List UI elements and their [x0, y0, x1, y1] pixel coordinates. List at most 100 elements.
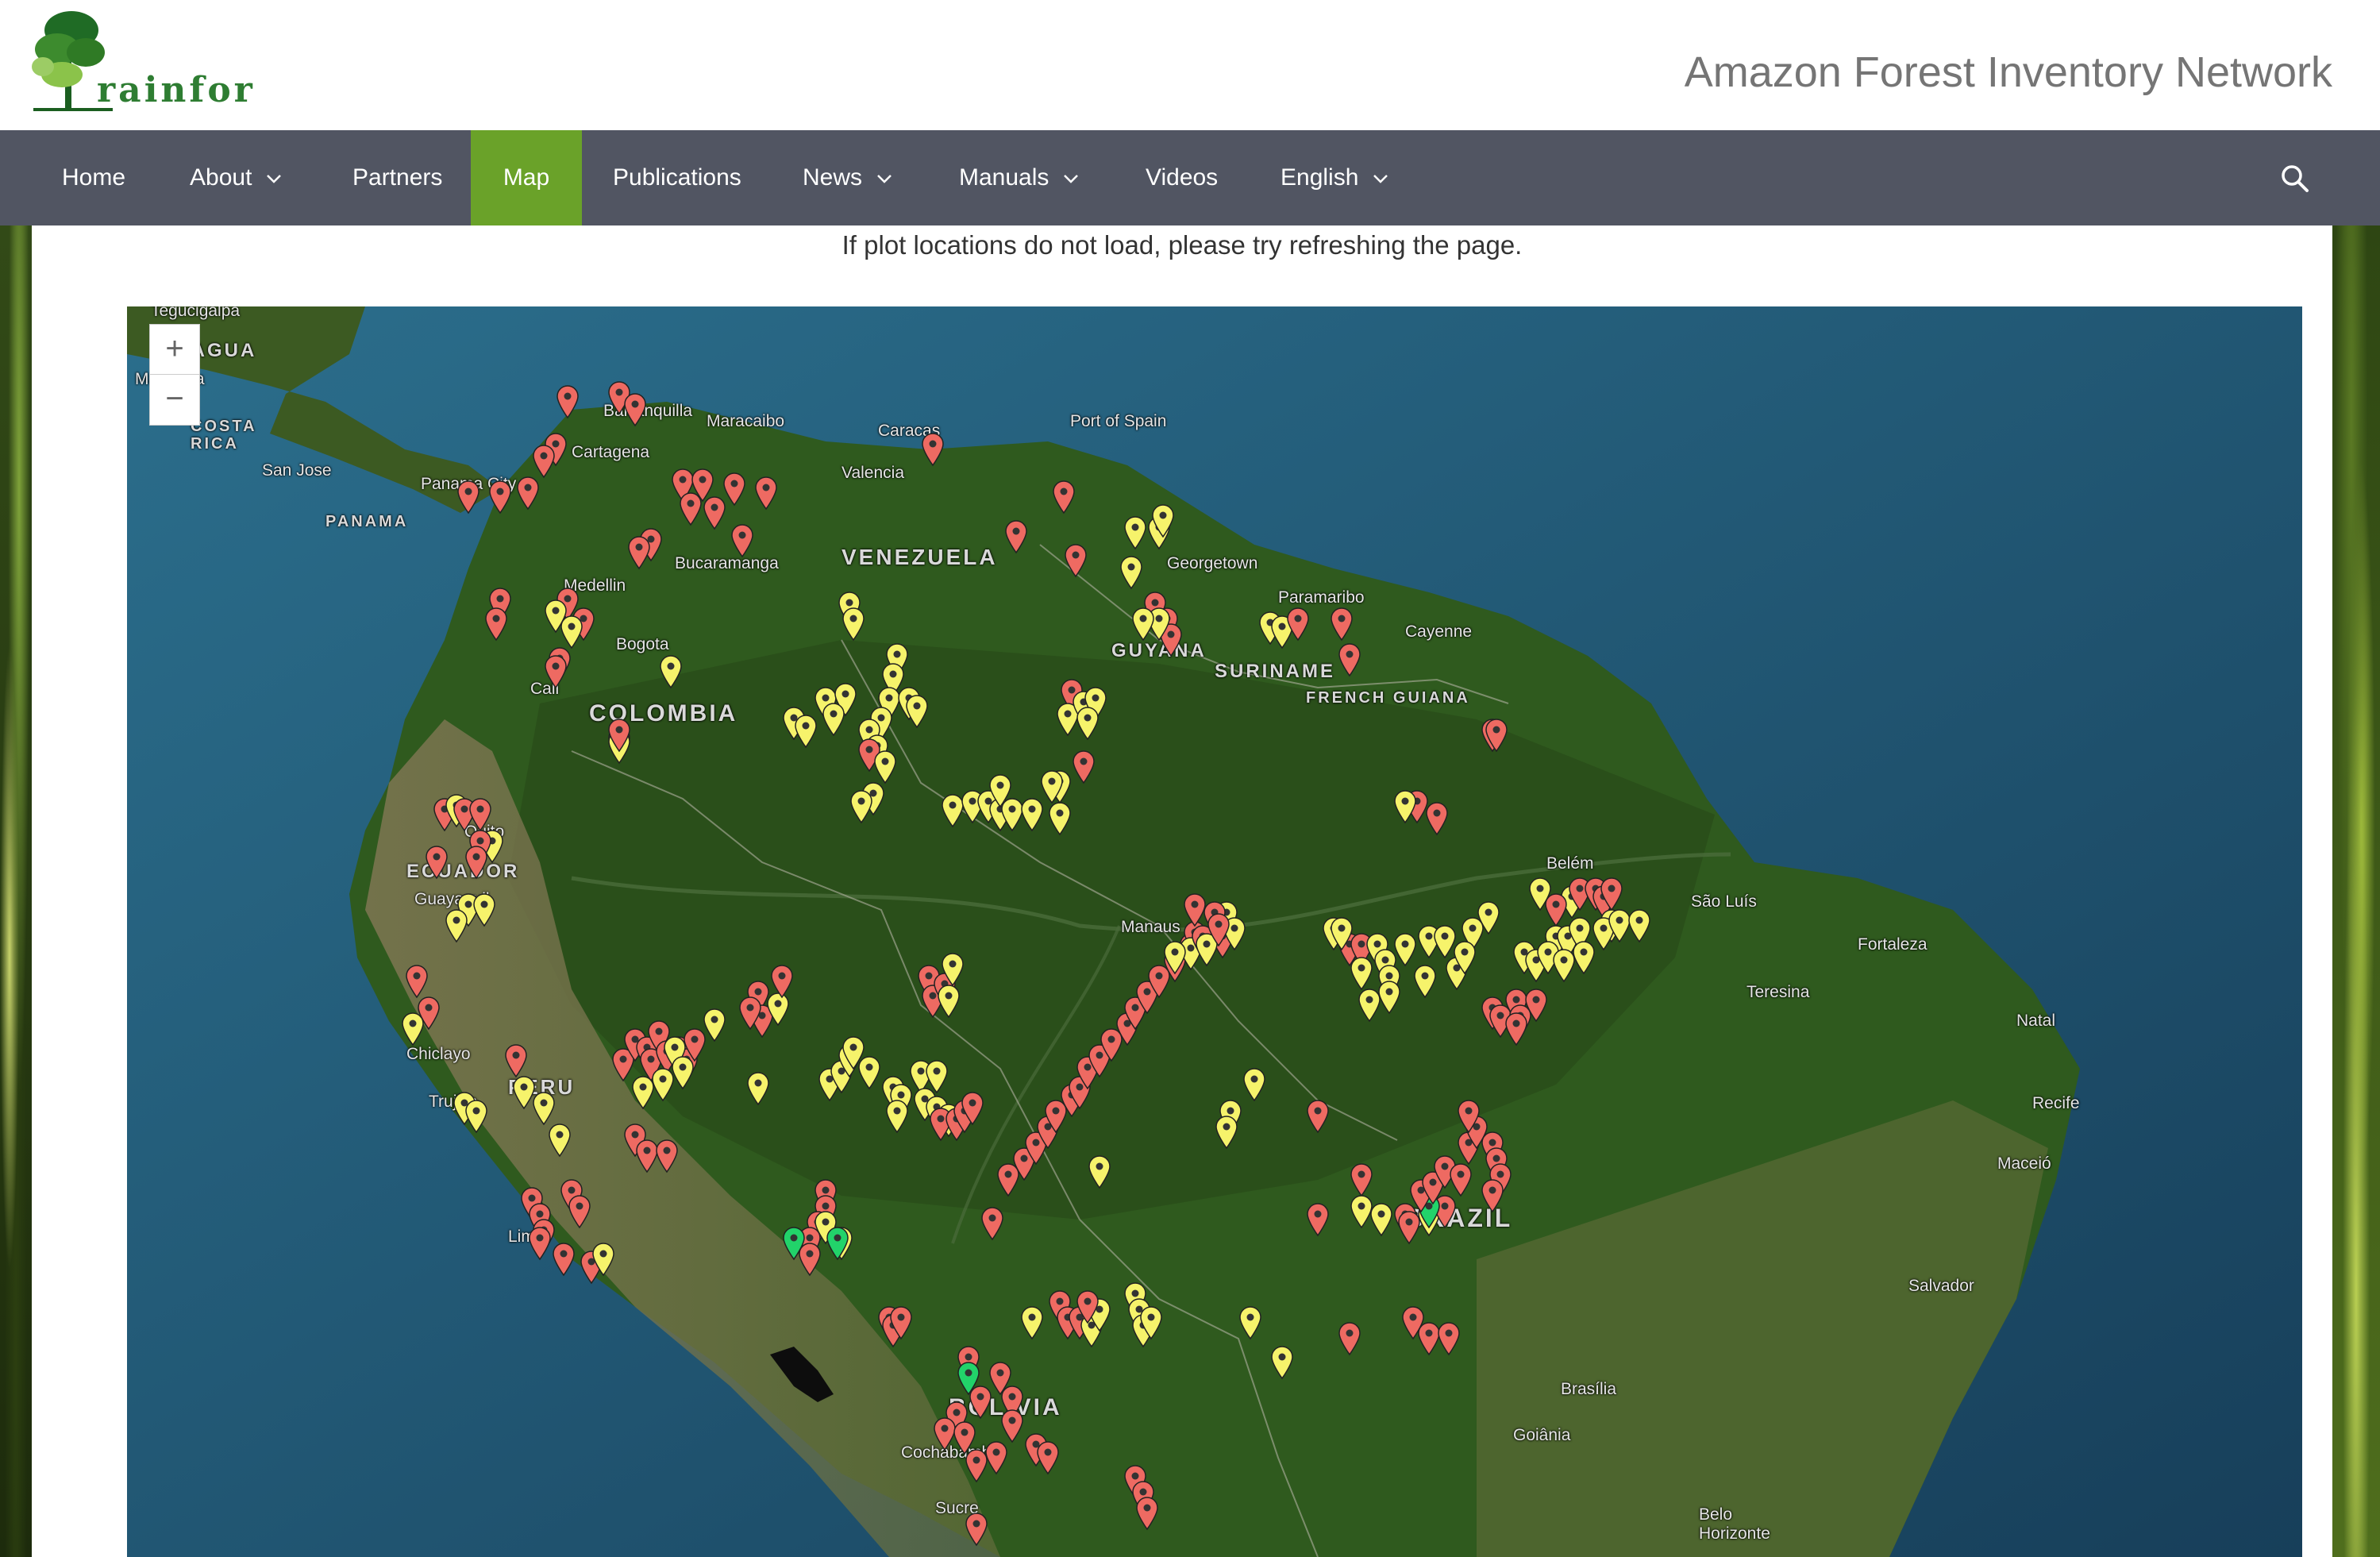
yellow-plot-marker-icon[interactable] — [1393, 932, 1417, 967]
red-plot-marker-icon[interactable] — [1207, 912, 1230, 947]
red-plot-marker-icon[interactable] — [1425, 801, 1449, 836]
yellow-plot-marker-icon[interactable] — [1151, 503, 1175, 538]
red-plot-marker-icon[interactable] — [488, 480, 512, 515]
yellow-plot-marker-icon[interactable] — [1163, 940, 1187, 975]
red-plot-marker-icon[interactable] — [770, 964, 794, 999]
yellow-plot-marker-icon[interactable] — [1215, 1115, 1238, 1150]
yellow-plot-marker-icon[interactable] — [671, 1055, 695, 1090]
red-plot-marker-icon[interactable] — [961, 1091, 984, 1126]
red-plot-marker-icon[interactable] — [1004, 519, 1028, 554]
red-plot-marker-icon[interactable] — [1064, 543, 1088, 578]
red-plot-marker-icon[interactable] — [484, 607, 508, 642]
red-plot-marker-icon[interactable] — [464, 845, 488, 880]
red-plot-marker-icon[interactable] — [528, 1226, 552, 1261]
yellow-plot-marker-icon[interactable] — [1393, 789, 1417, 824]
yellow-plot-marker-icon[interactable] — [1076, 706, 1099, 741]
red-plot-marker-icon[interactable] — [722, 472, 746, 507]
red-plot-marker-icon[interactable] — [516, 476, 540, 511]
red-plot-marker-icon[interactable] — [504, 1043, 528, 1078]
red-plot-marker-icon[interactable] — [889, 1305, 913, 1340]
red-plot-marker-icon[interactable] — [1457, 1099, 1481, 1134]
red-plot-marker-icon[interactable] — [1306, 1202, 1330, 1237]
nav-videos[interactable]: Videos — [1146, 130, 1218, 225]
nav-home[interactable]: Home — [62, 130, 125, 225]
yellow-plot-marker-icon[interactable] — [464, 1099, 488, 1134]
yellow-plot-marker-icon[interactable] — [659, 654, 683, 689]
plot-map[interactable]: Tegucigalpa Managua ARAGUA COSTA RICA Sa… — [127, 306, 2302, 1557]
red-plot-marker-icon[interactable] — [655, 1139, 679, 1174]
yellow-plot-marker-icon[interactable] — [1413, 964, 1437, 999]
red-plot-marker-icon[interactable] — [1306, 1099, 1330, 1134]
red-plot-marker-icon[interactable] — [468, 797, 492, 832]
red-plot-marker-icon[interactable] — [544, 654, 568, 689]
red-plot-marker-icon[interactable] — [456, 480, 480, 515]
red-plot-marker-icon[interactable] — [568, 1194, 591, 1229]
yellow-plot-marker-icon[interactable] — [1119, 555, 1143, 590]
red-plot-marker-icon[interactable] — [1052, 480, 1076, 515]
yellow-plot-marker-icon[interactable] — [988, 773, 1012, 808]
yellow-plot-marker-icon[interactable] — [1369, 1202, 1393, 1237]
yellow-plot-marker-icon[interactable] — [1270, 1345, 1294, 1380]
yellow-plot-marker-icon[interactable] — [401, 1012, 425, 1046]
yellow-plot-marker-icon[interactable] — [1238, 1305, 1262, 1340]
yellow-plot-marker-icon[interactable] — [849, 789, 873, 824]
red-plot-marker-icon[interactable] — [1544, 892, 1568, 927]
red-plot-marker-icon[interactable] — [730, 523, 754, 558]
yellow-plot-marker-icon[interactable] — [841, 1035, 865, 1070]
yellow-plot-marker-icon[interactable] — [1131, 607, 1155, 642]
yellow-plot-marker-icon[interactable] — [746, 1071, 770, 1106]
red-plot-marker-icon[interactable] — [1000, 1409, 1024, 1443]
red-plot-marker-icon[interactable] — [405, 964, 429, 999]
red-plot-marker-icon[interactable] — [1350, 1162, 1373, 1197]
yellow-plot-marker-icon[interactable] — [1020, 1305, 1044, 1340]
red-plot-marker-icon[interactable] — [607, 718, 631, 753]
red-plot-marker-icon[interactable] — [532, 444, 556, 479]
red-plot-marker-icon[interactable] — [425, 845, 449, 880]
yellow-plot-marker-icon[interactable] — [1627, 908, 1651, 943]
red-plot-marker-icon[interactable] — [1449, 1162, 1473, 1197]
yellow-plot-marker-icon[interactable] — [941, 952, 965, 987]
yellow-plot-marker-icon[interactable] — [703, 1008, 726, 1042]
yellow-plot-marker-icon[interactable] — [873, 750, 897, 784]
nav-language[interactable]: English — [1281, 130, 1388, 225]
nav-about[interactable]: About — [190, 130, 282, 225]
red-plot-marker-icon[interactable] — [1076, 1289, 1099, 1324]
search-button[interactable] — [2280, 164, 2310, 194]
red-plot-marker-icon[interactable] — [921, 432, 945, 467]
yellow-plot-marker-icon[interactable] — [794, 714, 818, 749]
yellow-plot-marker-icon[interactable] — [472, 892, 496, 927]
green-plot-marker-icon[interactable] — [782, 1226, 806, 1261]
yellow-plot-marker-icon[interactable] — [937, 984, 961, 1019]
red-plot-marker-icon[interactable] — [552, 1242, 576, 1277]
yellow-plot-marker-icon[interactable] — [1088, 1154, 1111, 1189]
green-plot-marker-icon[interactable] — [826, 1226, 849, 1261]
yellow-plot-marker-icon[interactable] — [822, 702, 845, 737]
site-logo[interactable]: rainfor — [27, 8, 252, 119]
yellow-plot-marker-icon[interactable] — [1048, 801, 1072, 836]
red-plot-marker-icon[interactable] — [1135, 1496, 1159, 1531]
yellow-plot-marker-icon[interactable] — [591, 1242, 615, 1277]
red-plot-marker-icon[interactable] — [984, 1440, 1008, 1475]
yellow-plot-marker-icon[interactable] — [1139, 1305, 1163, 1340]
yellow-plot-marker-icon[interactable] — [885, 1099, 909, 1134]
nav-publications[interactable]: Publications — [613, 130, 741, 225]
red-plot-marker-icon[interactable] — [1286, 607, 1310, 642]
yellow-plot-marker-icon[interactable] — [1242, 1067, 1266, 1102]
yellow-plot-marker-icon[interactable] — [1477, 900, 1500, 935]
red-plot-marker-icon[interactable] — [1330, 607, 1354, 642]
red-plot-marker-icon[interactable] — [1338, 1321, 1361, 1356]
red-plot-marker-icon[interactable] — [556, 384, 580, 419]
nav-news[interactable]: News — [803, 130, 892, 225]
yellow-plot-marker-icon[interactable] — [548, 1123, 572, 1158]
red-plot-marker-icon[interactable] — [1481, 1178, 1504, 1213]
yellow-plot-marker-icon[interactable] — [1572, 940, 1596, 975]
red-plot-marker-icon[interactable] — [738, 996, 762, 1031]
nav-manuals[interactable]: Manuals — [959, 130, 1079, 225]
nav-map[interactable]: Map — [471, 130, 582, 225]
red-plot-marker-icon[interactable] — [623, 392, 647, 427]
yellow-plot-marker-icon[interactable] — [532, 1091, 556, 1126]
yellow-plot-marker-icon[interactable] — [1453, 940, 1477, 975]
zoom-out-button[interactable]: − — [150, 374, 199, 424]
yellow-plot-marker-icon[interactable] — [560, 615, 583, 649]
red-plot-marker-icon[interactable] — [1437, 1321, 1461, 1356]
